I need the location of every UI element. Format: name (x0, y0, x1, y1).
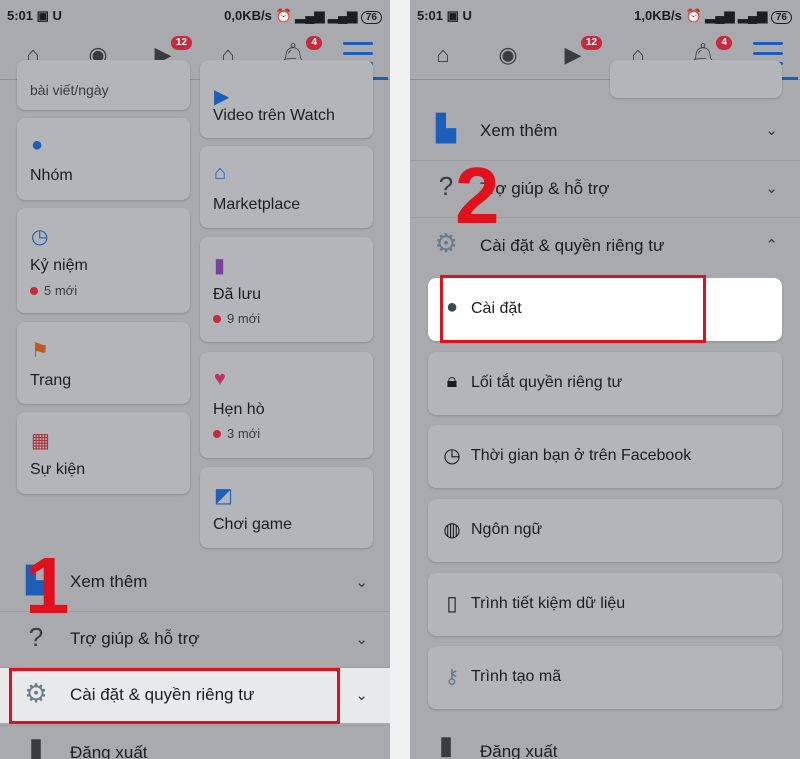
row-logout[interactable]: ▮ Đăng xuất (410, 722, 800, 759)
step-number: 2 (455, 151, 500, 240)
card-groups[interactable]: ● Nhóm (17, 118, 190, 200)
card-saved[interactable]: ▮ Đã lưu 9 mới (200, 237, 373, 342)
memories-icon: ◷ (31, 226, 49, 248)
sub-time-on-facebook[interactable]: ◷ Thời gian bạn ở trên Facebook (428, 425, 782, 488)
calendar-icon: ▦ (31, 430, 50, 452)
door-icon: ▮ (438, 730, 454, 759)
watch-icon[interactable]: ▶ 12 (558, 36, 602, 70)
card-events[interactable]: ▦ Sự kiện (17, 412, 190, 494)
phone-screen-left: 5:01 ▣ U 0,0KB/s ⏰ ▂▄▆ ▂▄▆ 76 ⌂ ◉ ▶ 12 ⌂ … (0, 0, 390, 759)
card-marketplace[interactable]: ⌂ Marketplace (200, 146, 373, 228)
game-icon: ◩ (214, 485, 233, 507)
bookmark-icon: ▮ (214, 255, 226, 277)
watch-badge: 12 (580, 36, 602, 50)
sub-privacy-shortcuts[interactable]: 🔒︎ Lối tắt quyền riêng tư (428, 352, 782, 415)
flag-icon: ⚑ (31, 340, 49, 362)
status-bar: 5:01 ▣ U 1,0KB/s ⏰ ▂▄▆ ▂▄▆ 76 (410, 0, 800, 30)
key-icon: ⚷ (444, 666, 460, 688)
card-games[interactable]: ◩ Chơi game (200, 467, 373, 548)
time: 5:01 (7, 8, 34, 23)
network-speed: 0,0KB/s (224, 8, 272, 23)
door-icon: ▮ (28, 732, 44, 759)
status-bar: 5:01 ▣ U 0,0KB/s ⏰ ▂▄▆ ▂▄▆ 76 (0, 0, 390, 30)
chevron-down-icon: ⌄ (765, 122, 778, 139)
chevron-up-icon: ⌃ (765, 237, 778, 254)
time: 5:01 (417, 8, 444, 23)
row-logout[interactable]: ▮ Đăng xuất (0, 725, 390, 759)
lock-icon: 🔒︎ (446, 370, 458, 392)
phone-screen-right: 5:01 ▣ U 1,0KB/s ⏰ ▂▄▆ ▂▄▆ 76 ⌂ ◉ ▶ 12 ⌂ … (410, 0, 800, 759)
sub-code-generator[interactable]: ⚷ Trình tạo mã (428, 646, 782, 709)
card-watch[interactable]: ▶ Video trên Watch (200, 60, 373, 138)
sub-language[interactable]: ◍ Ngôn ngữ (428, 499, 782, 562)
highlight-box (440, 275, 706, 343)
chevron-down-icon: ⌄ (355, 574, 368, 591)
card-memories[interactable]: ◷ Kỷ niệm 5 mới (17, 208, 190, 313)
heart-icon: ♥ (214, 368, 226, 390)
card-pages[interactable]: ⚑ Trang (17, 322, 190, 404)
chevron-down-icon: ⌄ (355, 687, 368, 704)
step-number: 1 (25, 541, 70, 630)
battery: 76 (360, 11, 382, 24)
globe-icon: ◍ (443, 519, 461, 541)
chevron-down-icon: ⌄ (355, 631, 368, 648)
watch-badge: 12 (170, 36, 192, 50)
highlight-box (9, 668, 340, 724)
phone-icon: ▯ (446, 593, 458, 615)
chevron-down-icon: ⌄ (765, 180, 778, 197)
shop-icon: ⌂ (214, 162, 227, 184)
card-partial[interactable] (610, 60, 782, 98)
notif-badge: 4 (716, 36, 732, 50)
shapes-icon: ▙ (436, 113, 456, 143)
home-icon[interactable]: ⌂ (428, 40, 458, 70)
card-top[interactable]: bài viết/ngày (17, 60, 190, 110)
notif-badge: 4 (306, 36, 322, 50)
clock-icon: ◷ (443, 445, 461, 467)
watch-icon: ▶ (214, 86, 230, 108)
sub-data-saver[interactable]: ▯ Trình tiết kiệm dữ liệu (428, 573, 782, 636)
battery: 76 (770, 11, 792, 24)
network-speed: 1,0KB/s (634, 8, 682, 23)
card-dating[interactable]: ♥ Hẹn hò 3 mới (200, 352, 373, 458)
groups-icon[interactable]: ◉ (493, 40, 523, 70)
groups-icon: ● (31, 134, 44, 156)
